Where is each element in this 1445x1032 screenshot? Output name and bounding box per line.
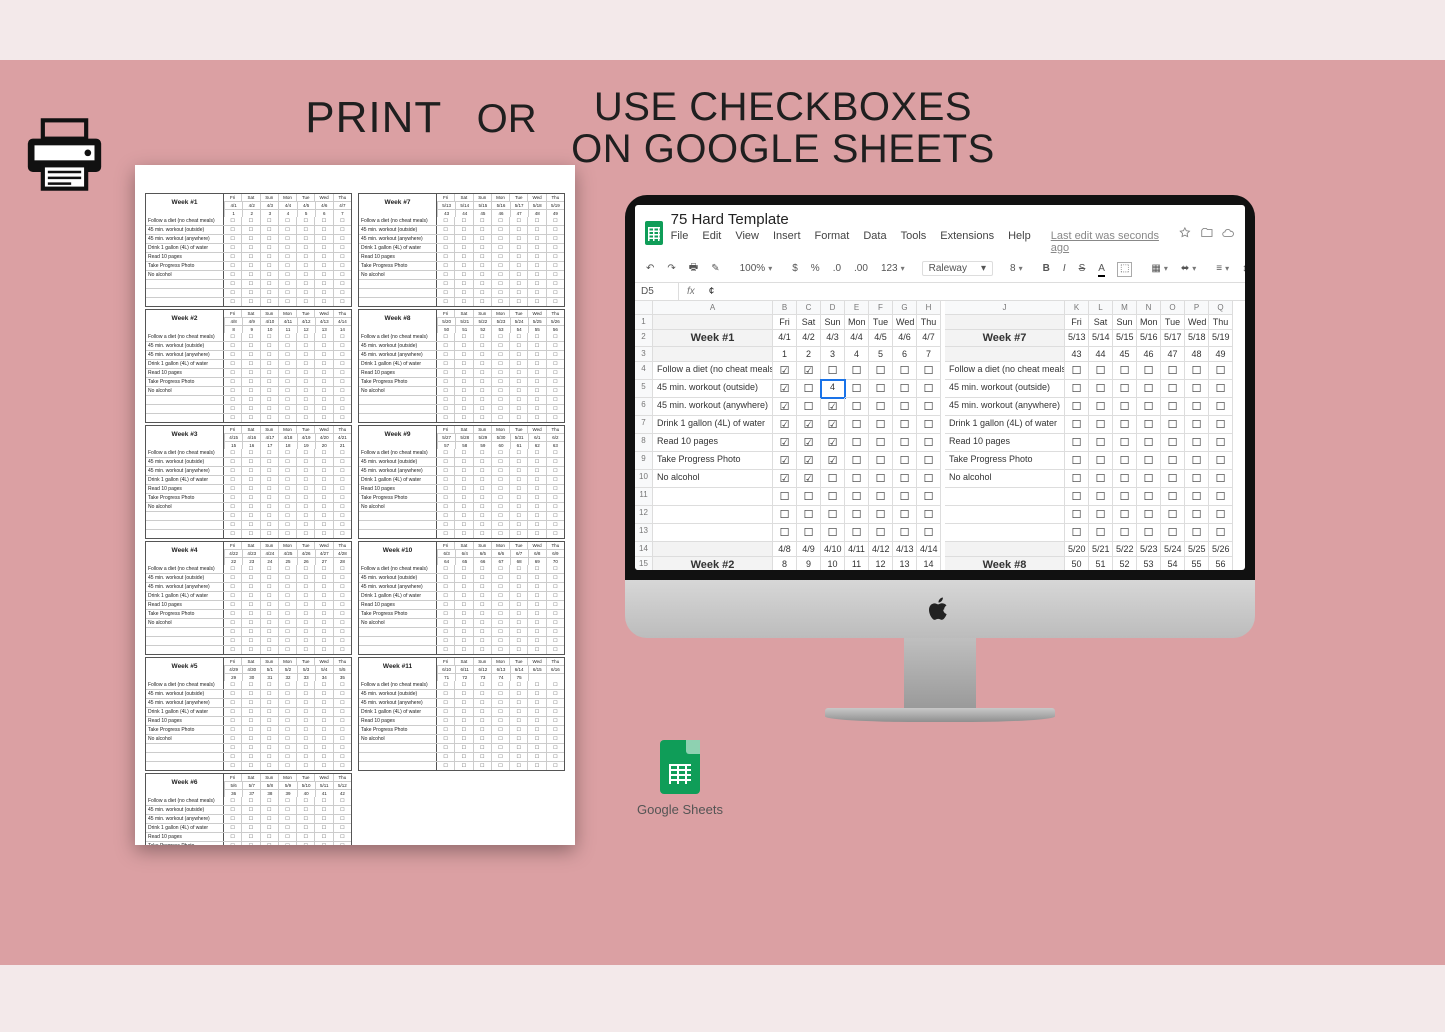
week-title: Week #8	[359, 310, 437, 333]
cloud-icon[interactable]	[1221, 226, 1235, 240]
week-block: Week #10FriSatSunMonTueWedThu6/36/46/56/…	[358, 541, 565, 655]
week-title: Week #1	[146, 194, 224, 217]
toolbar: ↶ ↷ 🖶 ✎ 100% $ % .0 .00 123 Raleway▾ 8	[635, 256, 1245, 283]
spreadsheet-grid[interactable]: ABCDEFGHJKLMNOPQ1FriSatSunMonTueWedThuFr…	[635, 301, 1245, 570]
week-block: Week #2FriSatSunMonTueWedThu4/84/94/104/…	[145, 309, 352, 423]
halign-button[interactable]: ≡	[1213, 262, 1232, 275]
italic-button[interactable]: I	[1060, 262, 1069, 275]
dec-more-button[interactable]: .00	[851, 262, 871, 275]
menu-view[interactable]: View	[735, 230, 759, 254]
merge-button[interactable]: ⬌	[1178, 262, 1199, 275]
week-block: Week #7FriSatSunMonTueWedThu5/135/145/15…	[358, 193, 565, 307]
menu-tools[interactable]: Tools	[901, 230, 927, 254]
name-box[interactable]: D5	[635, 283, 679, 300]
fill-color-button[interactable]: ⬚	[1115, 262, 1134, 275]
valign-button[interactable]: ↕	[1239, 262, 1245, 275]
strike-button[interactable]: S	[1076, 262, 1089, 275]
menu-help[interactable]: Help	[1008, 230, 1031, 254]
borders-button[interactable]: ▦	[1148, 262, 1170, 275]
week-block: Week #11FriSatSunMonTueWedThu6/106/116/1…	[358, 657, 565, 771]
menu-edit[interactable]: Edit	[702, 230, 721, 254]
dec-less-button[interactable]: .0	[830, 262, 844, 275]
paint-icon[interactable]: ✎	[708, 262, 722, 275]
printed-page: Week #1FriSatSunMonTueWedThu4/14/24/34/4…	[135, 165, 575, 845]
week-block: Week #6FriSatSunMonTueWedThu5/65/75/85/9…	[145, 773, 352, 845]
headline-use: USE CHECKBOXES ON GOOGLE SHEETS	[571, 86, 995, 170]
star-icon[interactable]	[1178, 226, 1192, 240]
menu-format[interactable]: Format	[815, 230, 850, 254]
week-block: Week #3FriSatSunMonTueWedThu4/154/164/17…	[145, 425, 352, 539]
week-block: Week #1FriSatSunMonTueWedThu4/14/24/34/4…	[145, 193, 352, 307]
apple-logo-icon	[929, 596, 951, 622]
printer-icon	[22, 117, 107, 192]
move-icon[interactable]	[1200, 226, 1214, 240]
headline-or: OR	[477, 97, 537, 141]
formula-bar: D5 fx ¢	[635, 283, 1245, 301]
percent-button[interactable]: %	[808, 262, 823, 275]
week-title: Week #9	[359, 426, 437, 449]
headline: PRINT OR USE CHECKBOXES ON GOOGLE SHEETS	[0, 86, 1300, 170]
week-block: Week #8FriSatSunMonTueWedThu5/205/215/22…	[358, 309, 565, 423]
print-icon[interactable]: 🖶	[686, 259, 701, 278]
font-select[interactable]: Raleway▾	[922, 261, 993, 276]
sheets-doc-icon	[645, 221, 663, 245]
font-size-select[interactable]: 8	[1007, 262, 1026, 275]
week-title: Week #6	[146, 774, 224, 797]
week-title: Week #5	[146, 658, 224, 681]
week-title: Week #4	[146, 542, 224, 565]
week-block: Week #5FriSatSunMonTueWedThu4/294/305/15…	[145, 657, 352, 771]
week-title: Week #3	[146, 426, 224, 449]
menu-extensions[interactable]: Extensions	[940, 230, 994, 254]
week-title: Week #11	[359, 658, 437, 681]
headline-use-1: USE CHECKBOXES	[594, 85, 972, 129]
week-block: Week #9FriSatSunMonTueWedThu5/275/285/29…	[358, 425, 565, 539]
menu-file[interactable]: File	[671, 230, 689, 254]
last-edit-label[interactable]: Last edit was seconds ago	[1051, 230, 1170, 254]
google-sheets-ui: 75 Hard Template File Edit View Insert Forma…	[635, 205, 1245, 570]
bold-button[interactable]: B	[1040, 262, 1053, 275]
fx-label: fx	[679, 283, 703, 300]
number-format-button[interactable]: 123	[878, 262, 908, 275]
week-title: Week #7	[359, 194, 437, 217]
week-title: Week #2	[146, 310, 224, 333]
week-block: Week #4FriSatSunMonTueWedThu4/224/234/24…	[145, 541, 352, 655]
headline-use-2: ON GOOGLE SHEETS	[571, 127, 995, 171]
headline-print: PRINT	[305, 93, 442, 142]
sheets-brand-label: Google Sheets	[625, 802, 735, 817]
currency-button[interactable]: $	[789, 262, 801, 275]
menu-insert[interactable]: Insert	[773, 230, 801, 254]
sheets-logo-icon	[660, 740, 700, 794]
menu-data[interactable]: Data	[863, 230, 886, 254]
imac: 75 Hard Template File Edit View Insert Forma…	[625, 195, 1255, 722]
google-sheets-brand: Google Sheets	[625, 740, 735, 817]
formula-input[interactable]: ¢	[703, 283, 721, 300]
doc-title[interactable]: 75 Hard Template	[671, 211, 1170, 228]
zoom-select[interactable]: 100%	[737, 262, 776, 275]
undo-icon[interactable]: ↶	[643, 262, 657, 275]
redo-icon[interactable]: ↷	[664, 262, 678, 275]
text-color-button[interactable]: A	[1095, 262, 1108, 275]
week-title: Week #10	[359, 542, 437, 565]
